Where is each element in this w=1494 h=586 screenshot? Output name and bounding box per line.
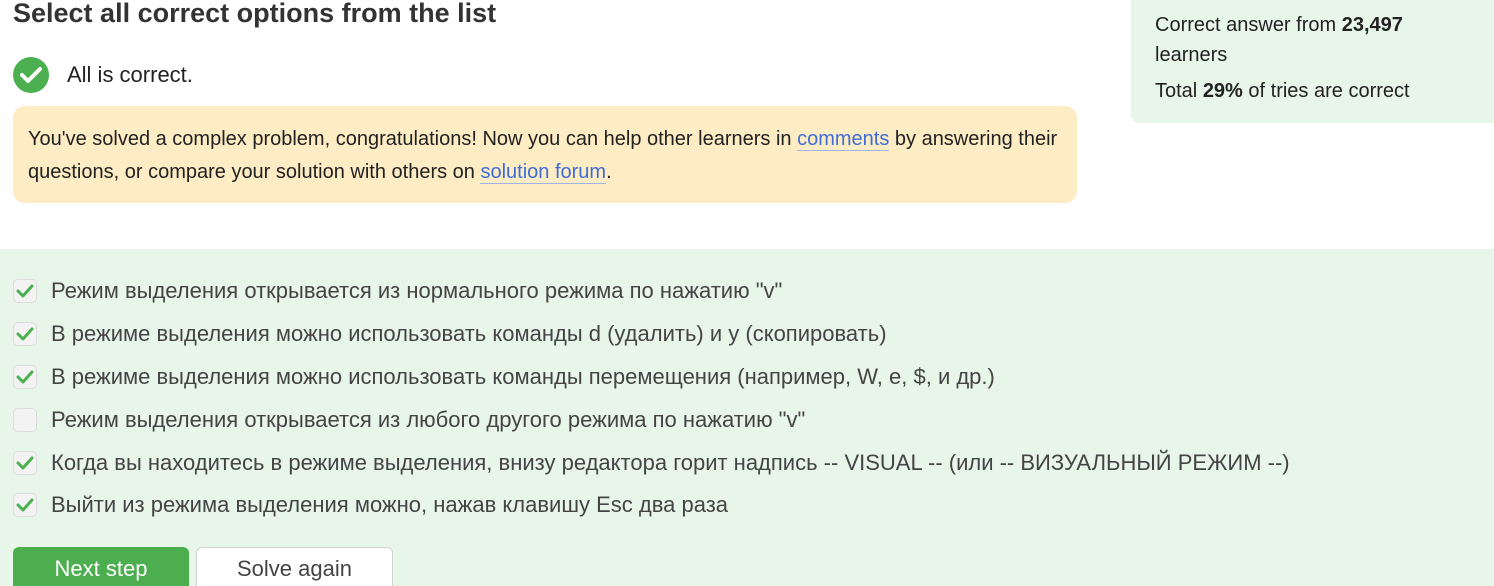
stats-learners-prefix: Correct answer from xyxy=(1155,14,1342,36)
option-3[interactable]: В режиме выделения можно использовать ко… xyxy=(13,363,995,390)
option-3-label: В режиме выделения можно использовать ко… xyxy=(51,363,995,389)
option-3-checkbox[interactable] xyxy=(13,364,37,389)
solution-forum-link[interactable]: solution forum xyxy=(480,161,607,184)
stats-learners-suffix: learners xyxy=(1155,44,1228,66)
stats-tries-prefix: Total xyxy=(1155,80,1203,102)
notice-text-after: . xyxy=(606,161,612,183)
checkmark-icon xyxy=(16,456,34,469)
stats-tries-suffix: of tries are correct xyxy=(1242,80,1410,102)
option-5-label: Когда вы находитесь в режиме выделения, … xyxy=(51,449,1290,475)
option-6-label: Выйти из режима выделения можно, нажав к… xyxy=(51,491,729,517)
option-2-checkbox[interactable] xyxy=(13,321,37,346)
option-2[interactable]: В режиме выделения можно использовать ко… xyxy=(13,320,887,347)
solve-again-button[interactable]: Solve again xyxy=(196,547,393,586)
option-1-label: Режим выделения открывается из нормально… xyxy=(51,277,783,303)
stats-tries-percent: 29% xyxy=(1202,80,1243,102)
page-title: Select all correct options from the list xyxy=(13,0,497,28)
step-page: Select all correct options from the list… xyxy=(0,0,1494,586)
next-step-button[interactable]: Next step xyxy=(13,547,189,586)
option-4[interactable]: Режим выделения открывается из любого др… xyxy=(13,406,805,433)
stats-learners-count: 23,497 xyxy=(1341,14,1403,36)
option-4-label: Режим выделения открывается из любого др… xyxy=(51,406,806,432)
congrats-notice: You've solved a complex problem, congrat… xyxy=(13,106,1077,203)
option-1[interactable]: Режим выделения открывается из нормально… xyxy=(13,277,782,304)
stats-learners: Correct answer from 23,497 learners xyxy=(1155,10,1470,70)
checkmark-icon xyxy=(16,284,34,297)
option-1-checkbox[interactable] xyxy=(13,278,37,303)
checkmark-icon xyxy=(16,327,34,340)
option-5-checkbox[interactable] xyxy=(13,450,37,475)
checkmark-icon xyxy=(16,498,34,511)
checkmark-icon xyxy=(16,370,34,383)
stats-tries: Total 29% of tries are correct xyxy=(1155,76,1470,106)
status-text: All is correct. xyxy=(67,62,193,87)
stats-panel: Correct answer from 23,497 learners Tota… xyxy=(1131,0,1494,123)
option-4-checkbox[interactable] xyxy=(13,407,37,432)
comments-link[interactable]: comments xyxy=(797,128,890,151)
check-circle-icon xyxy=(13,57,49,93)
option-5[interactable]: Когда вы находитесь в режиме выделения, … xyxy=(13,449,1290,476)
option-6-checkbox[interactable] xyxy=(13,492,37,517)
status-row: All is correct. xyxy=(13,57,193,93)
notice-text-before: You've solved a complex problem, congrat… xyxy=(28,128,798,150)
option-2-label: В режиме выделения можно использовать ко… xyxy=(51,320,887,346)
option-6[interactable]: Выйти из режима выделения можно, нажав к… xyxy=(13,491,728,518)
